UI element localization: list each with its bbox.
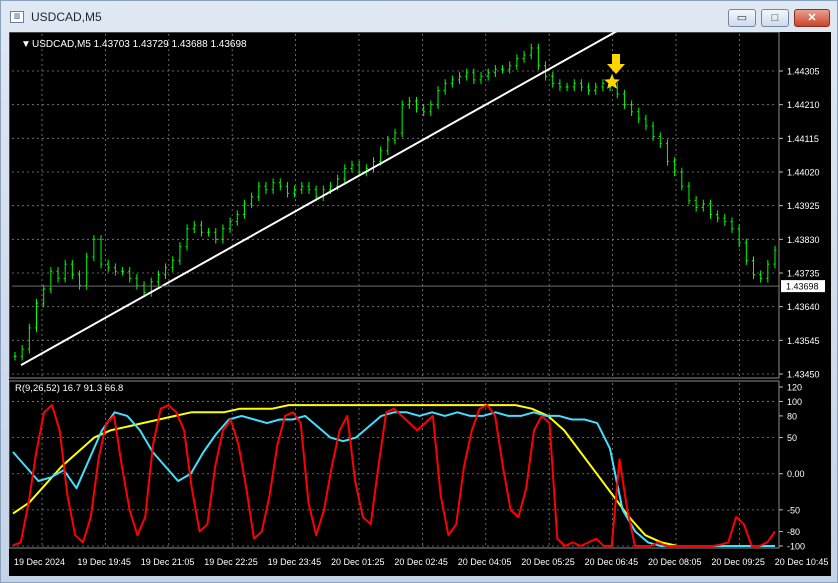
indicator-tick-label: -80: [787, 527, 800, 537]
price-tick-label: 1.43545: [787, 336, 820, 346]
indicator-tick-label: 80: [787, 411, 797, 421]
price-tick-label: 1.44210: [787, 100, 820, 110]
time-tick-label: 20 Dec 04:05: [458, 557, 512, 567]
maximize-button[interactable]: □: [761, 9, 789, 27]
time-tick-label: 20 Dec 08:05: [648, 557, 702, 567]
indicator-tick-label: 50: [787, 433, 797, 443]
time-tick-label: 20 Dec 01:25: [331, 557, 385, 567]
main-pane-border: [8, 31, 780, 379]
chart-area[interactable]: 1.44305 1.44210 1.44115 1.44020 1.43925 1.438…: [8, 1, 831, 576]
window-title: USDCAD,M5: [31, 10, 102, 24]
chart-window: ▥ USDCAD,M5 ▭ □ ✕ 1.44305 1.44210 1.44115 1…: [0, 0, 838, 583]
time-tick-label: 20 Dec 10:45: [775, 557, 829, 567]
grid: [12, 34, 777, 547]
yellow-line: [12, 404, 775, 547]
indicator-axis: 120 100 80 50 0.00 -50 -80 -100: [779, 383, 805, 552]
indicator-lines: [12, 404, 776, 547]
time-tick-label: 20 Dec 02:45: [394, 557, 448, 567]
price-tick-label: 1.44115: [787, 134, 819, 144]
price-tick-label: 1.43640: [787, 302, 820, 312]
price-tick-label: 1.44305: [787, 67, 820, 77]
price-axis: 1.44305 1.44210 1.44115 1.44020 1.43925 1.438…: [779, 67, 820, 380]
chart-menu-triangle[interactable]: ▼: [21, 39, 31, 50]
time-tick-label: 19 Dec 23:45: [268, 557, 322, 567]
minimize-button[interactable]: ▭: [728, 9, 756, 27]
current-price-label: 1.43698: [786, 282, 819, 292]
time-tick-label: 19 Dec 2024: [14, 557, 65, 567]
time-tick-label: 20 Dec 06:45: [585, 557, 639, 567]
indicator-tick-label: 120: [787, 383, 802, 393]
candles: [13, 43, 777, 361]
time-tick-label: 19 Dec 21:05: [141, 557, 195, 567]
price-chart-svg[interactable]: 1.44305 1.44210 1.44115 1.44020 1.43925 1.438…: [8, 1, 831, 576]
trendline[interactable]: [20, 1, 670, 367]
price-tick-label: 1.43735: [787, 269, 820, 279]
indicator-tick-label: 100: [787, 397, 802, 407]
time-tick-label: 19 Dec 22:25: [204, 557, 258, 567]
price-tick-label: 1.43830: [787, 235, 820, 245]
chart-header: USDCAD,M5 1.43703 1.43729 1.43688 1.4369…: [32, 39, 247, 50]
cyan-line: [12, 411, 775, 547]
close-button[interactable]: ✕: [794, 9, 830, 27]
indicator-tick-label: -100: [787, 542, 805, 552]
indicator-tick-label: 0.00: [787, 469, 805, 479]
time-tick-label: 20 Dec 09:25: [711, 557, 765, 567]
indicator-header: R(9,26,52) 16.7 91.3 66.8: [15, 383, 123, 394]
indicator-tick-label: -50: [787, 505, 800, 515]
price-tick-label: 1.43450: [787, 370, 820, 380]
time-axis: 19 Dec 2024 19 Dec 19:45 19 Dec 21:05 19 De…: [14, 557, 828, 567]
price-tick-label: 1.43925: [787, 201, 820, 211]
title-bar[interactable]: ▥ USDCAD,M5 ▭ □ ✕: [1, 1, 837, 31]
price-tick-label: 1.44020: [787, 168, 820, 178]
chart-window-icon: ▥: [10, 11, 24, 23]
time-tick-label: 19 Dec 19:45: [77, 557, 131, 567]
time-tick-label: 20 Dec 05:25: [521, 557, 575, 567]
